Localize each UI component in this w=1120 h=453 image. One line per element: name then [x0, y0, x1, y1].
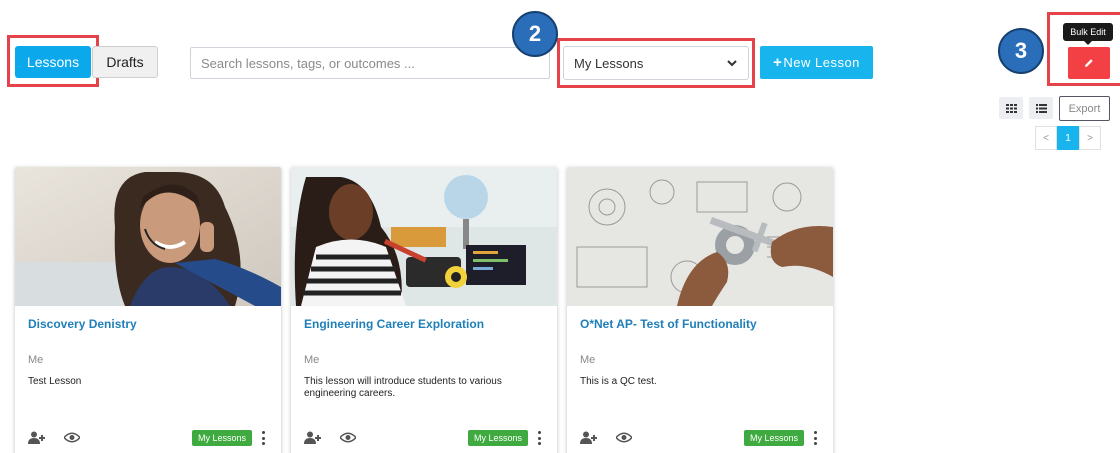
woman-with-headset-photo	[15, 167, 281, 306]
lesson-filter-select[interactable]: My Lessons	[563, 46, 749, 80]
tab-drafts[interactable]: Drafts	[92, 46, 158, 78]
card-tag: My Lessons	[744, 430, 805, 446]
export-button[interactable]: Export	[1059, 96, 1110, 121]
grid-icon	[1005, 103, 1017, 113]
card-description: This is a QC test.	[580, 376, 657, 387]
new-lesson-button[interactable]: + New Lesson	[760, 46, 873, 79]
card-image-hands-with-caliper[interactable]	[567, 167, 833, 306]
card-actions	[28, 431, 80, 444]
card-title[interactable]: Engineering Career Exploration	[304, 317, 544, 331]
card-tag: My Lessons	[468, 430, 529, 446]
eye-icon[interactable]	[616, 432, 632, 443]
eye-icon[interactable]	[64, 432, 80, 443]
girl-building-robot-photo	[291, 167, 557, 306]
pagination-next[interactable]: >	[1079, 126, 1101, 150]
lesson-card[interactable]: Discovery Denistry Me Test Lesson My Les…	[15, 167, 281, 453]
card-description: This lesson will introduce students to v…	[304, 376, 502, 399]
card-author: Me	[304, 354, 320, 366]
new-lesson-label: New Lesson	[783, 55, 860, 70]
step-badge-2: 2	[512, 11, 558, 57]
grid-view-button[interactable]	[999, 97, 1023, 119]
card-author: Me	[580, 354, 596, 366]
step-badge-3: 3	[998, 28, 1044, 74]
lesson-card[interactable]: Engineering Career Exploration Me This l…	[291, 167, 557, 453]
card-image-girl-building-robot[interactable]	[291, 167, 557, 306]
card-actions	[580, 431, 632, 444]
add-user-icon[interactable]	[304, 431, 322, 444]
card-description: Test Lesson	[28, 376, 82, 387]
lessons-page: Lessons Drafts My Lessons + New Lesson 2…	[0, 0, 1120, 453]
lesson-filter-value: My Lessons	[574, 55, 644, 71]
card-tag: My Lessons	[192, 430, 253, 446]
pagination-page-1[interactable]: 1	[1057, 126, 1079, 150]
add-user-icon[interactable]	[28, 431, 46, 444]
card-title[interactable]: O*Net AP- Test of Functionality	[580, 317, 820, 331]
card-author: Me	[28, 354, 44, 366]
card-menu-icon[interactable]	[811, 431, 819, 445]
search-input[interactable]	[190, 47, 550, 79]
card-actions	[304, 431, 356, 444]
bulk-edit-button[interactable]	[1068, 47, 1110, 79]
hands-with-caliper-photo	[567, 167, 833, 306]
chevron-down-icon	[727, 60, 737, 67]
card-menu-icon[interactable]	[535, 431, 543, 445]
pagination: < 1 >	[1035, 126, 1101, 150]
card-image-woman-with-headset[interactable]	[15, 167, 281, 306]
pencil-icon	[1085, 59, 1093, 67]
pagination-prev[interactable]: <	[1035, 126, 1057, 150]
list-view-button[interactable]	[1029, 97, 1053, 119]
list-icon	[1035, 103, 1047, 113]
tab-lessons[interactable]: Lessons	[15, 46, 91, 78]
eye-icon[interactable]	[340, 432, 356, 443]
add-user-icon[interactable]	[580, 431, 598, 444]
plus-icon: +	[773, 54, 783, 71]
card-title[interactable]: Discovery Denistry	[28, 317, 268, 331]
bulk-edit-tooltip: Bulk Edit	[1063, 23, 1113, 45]
lesson-card[interactable]: O*Net AP- Test of Functionality Me This …	[567, 167, 833, 453]
card-menu-icon[interactable]	[259, 431, 267, 445]
